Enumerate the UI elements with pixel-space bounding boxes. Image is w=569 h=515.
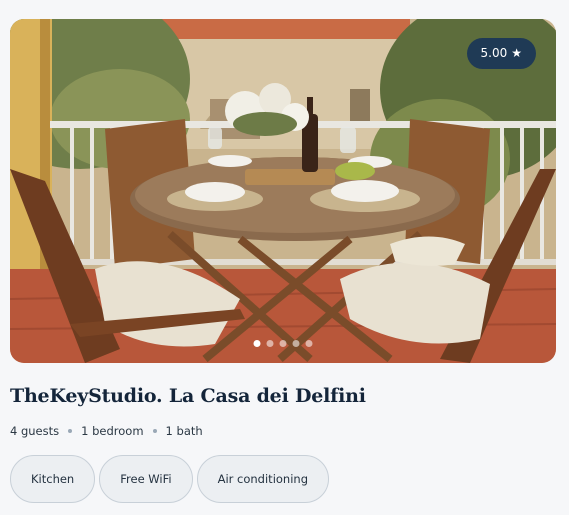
star-icon: ★ [511,46,522,60]
carousel-dots [253,340,313,347]
separator-dot [68,429,73,433]
amenity-tag-kitchen[interactable]: Kitchen [10,455,96,503]
listing-meta: 4 guests 1 bedroom 1 bath [10,424,203,438]
carousel-dot-4[interactable] [292,340,300,347]
listing-title[interactable]: TheKeyStudio. La Casa dei Delfini [10,385,366,407]
guests-count: 4 guests [10,424,60,438]
listing-photo [10,19,556,363]
bath-count: 1 bath [165,424,203,438]
carousel-dot-5[interactable] [305,340,313,347]
carousel-dot-3[interactable] [279,340,287,347]
amenity-tags: Kitchen Free WiFi Air conditioning [10,455,329,503]
carousel-dot-2[interactable] [266,340,274,347]
amenity-tag-air-conditioning[interactable]: Air conditioning [196,455,329,503]
rating-badge: 5.00 ★ [466,38,536,69]
rating-value: 5.00 [480,46,508,60]
listing-photo-carousel[interactable]: 5.00 ★ [10,19,556,363]
amenity-tag-wifi[interactable]: Free WiFi [99,455,193,503]
bedroom-count: 1 bedroom [81,424,144,438]
separator-dot [152,429,157,433]
carousel-dot-1[interactable] [253,340,261,347]
